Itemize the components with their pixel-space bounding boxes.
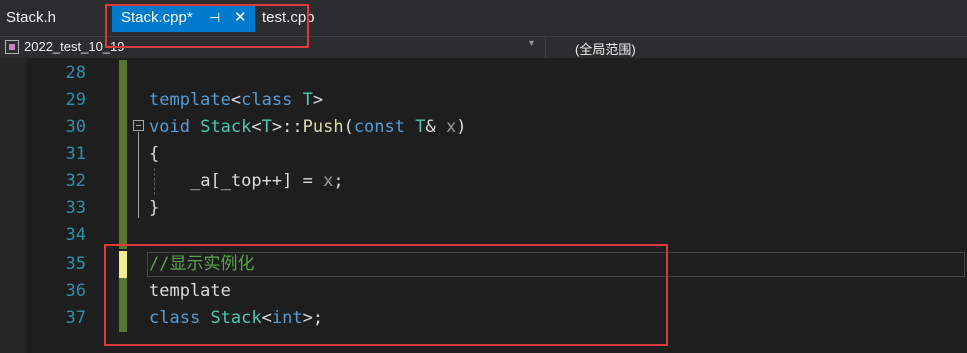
change-indicator: [119, 60, 127, 87]
token-lt: <: [230, 90, 242, 110]
code-text: }: [149, 198, 160, 218]
type-t: T: [261, 117, 272, 137]
code-text: {: [149, 144, 160, 164]
change-indicator: [119, 141, 127, 168]
code-line: 28: [0, 60, 967, 87]
type-stack: Stack: [200, 117, 252, 137]
token-gt-scope: >::: [271, 117, 303, 137]
function-push: Push: [302, 117, 344, 137]
member-top: _top++: [220, 171, 283, 191]
token-gt: >: [312, 90, 324, 110]
code-text: void Stack<T>::Push(const T& x): [149, 114, 466, 141]
code-line: 30 void Stack<T>::Push(const T& x): [0, 114, 967, 141]
line-number: 33: [65, 198, 86, 218]
param-x: x: [445, 117, 457, 137]
line-number: 31: [65, 144, 86, 164]
code-line: 32 _a[_top++] = x;: [0, 168, 967, 195]
token-semicolon: ;: [333, 171, 344, 191]
change-indicator: [119, 87, 127, 114]
line-number: 34: [65, 225, 86, 245]
fold-guide: [138, 132, 139, 218]
code-text: _a[_top++] = x;: [149, 168, 344, 195]
tab-stack-h[interactable]: Stack.h: [6, 4, 56, 32]
indent-guide: [154, 168, 155, 195]
keyword-const: const: [353, 117, 405, 137]
keyword-void: void: [149, 117, 190, 137]
line-number: 30: [65, 117, 86, 137]
param-x: x: [323, 171, 334, 191]
token-paren-close: ): [456, 117, 467, 137]
scope-dropdown[interactable]: (全局范围): [575, 39, 636, 58]
line-number: 28: [65, 63, 86, 83]
token-ref: &: [425, 117, 446, 137]
line-number: 29: [65, 90, 86, 110]
token-assign: ] =: [282, 171, 324, 191]
collapse-icon[interactable]: [133, 120, 144, 131]
change-indicator: [119, 195, 127, 222]
type-t: T: [302, 90, 313, 110]
keyword-template: template: [149, 90, 231, 110]
keyword-class: class: [241, 90, 293, 110]
line-number: 35: [65, 254, 86, 274]
code-text: template<class T>: [149, 87, 323, 114]
project-icon: [5, 40, 19, 54]
annotation-box-tab: [105, 4, 309, 48]
token-paren-open: (: [343, 117, 354, 137]
code-line: 31 {: [0, 141, 967, 168]
change-indicator: [119, 168, 127, 195]
type-t: T: [415, 117, 426, 137]
code-line: 29 template<class T>: [0, 87, 967, 114]
line-number: 32: [65, 171, 86, 191]
chevron-down-icon[interactable]: ▾: [529, 38, 534, 49]
token-bracket-open: [: [210, 171, 221, 191]
line-number: 36: [65, 281, 86, 301]
annotation-box-code: [104, 244, 668, 346]
change-indicator: [119, 114, 127, 141]
member-a: _a: [189, 171, 211, 191]
code-line: 33 }: [0, 195, 967, 222]
line-number: 37: [65, 308, 86, 328]
token-lt: <: [251, 117, 262, 137]
